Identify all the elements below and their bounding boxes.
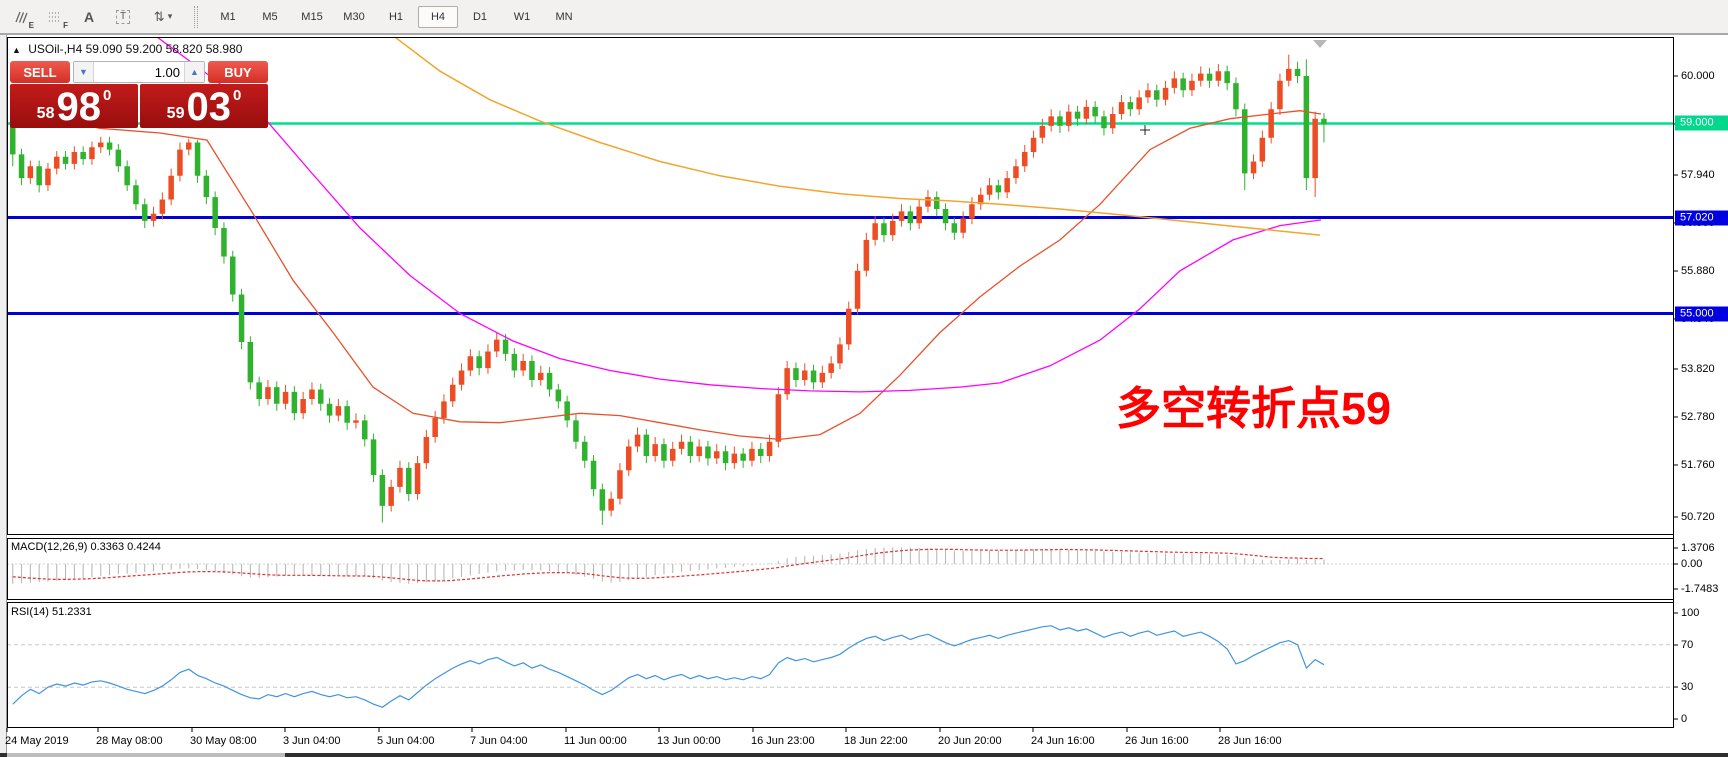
volume-decrease-button[interactable]: ▼: [74, 62, 94, 82]
price-line-badge: 59.000: [1675, 115, 1728, 131]
price-tick-label: 53.820: [1681, 363, 1715, 375]
buy-price-box[interactable]: 59 03 0: [140, 84, 268, 128]
time-axis-label: 3 Jun 04:00: [283, 735, 341, 747]
rsi-tick-label: 30: [1681, 681, 1694, 693]
volume-increase-button[interactable]: ▲: [184, 62, 204, 82]
price-line-badge: 55.000: [1675, 306, 1728, 322]
one-click-trade-panel: SELL ▼ ▲ BUY 58 98 0 59 03 0: [10, 61, 268, 128]
price-line-badge: 57.020: [1675, 210, 1728, 226]
time-axis-label: 20 Jun 20:00: [938, 735, 1002, 747]
price-tick-label: 51.760: [1681, 459, 1715, 471]
symbol-triangle-icon: ▲: [12, 45, 21, 55]
macd-tick-label: 0.00: [1681, 558, 1703, 570]
time-axis-label: 13 Jun 00:00: [657, 735, 721, 747]
sell-price-sup: 0: [102, 87, 112, 104]
symbol-ohlc-text: USOil-,H4 59.090 59.200 58.820 58.980: [28, 42, 243, 56]
time-axis-label: 18 Jun 22:00: [844, 735, 908, 747]
time-axis-label: 26 Jun 16:00: [1125, 735, 1189, 747]
sell-price-box[interactable]: 58 98 0: [10, 84, 138, 128]
rsi-tick-label: 0: [1681, 713, 1688, 725]
time-axis-label: 7 Jun 04:00: [470, 735, 528, 747]
macd-tick-label: -1.7483: [1681, 583, 1719, 595]
chart-symbol-header: ▲ USOil-,H4 59.090 59.200 58.820 58.980: [12, 42, 242, 56]
buy-price-small: 59: [166, 105, 185, 122]
time-axis-label: 28 May 08:00: [96, 735, 163, 747]
time-axis-label: 16 Jun 23:00: [751, 735, 815, 747]
price-tick-label: 60.000: [1681, 70, 1715, 82]
time-axis-label: 11 Jun 00:00: [564, 735, 627, 747]
buy-button[interactable]: BUY: [208, 61, 268, 83]
chart-annotation-text[interactable]: 多空转折点59: [1116, 372, 1391, 437]
sell-price-big: 98: [56, 85, 101, 129]
time-axis-label: 28 Jun 16:00: [1218, 735, 1282, 747]
rsi-label: RSI(14) 51.2331: [11, 606, 92, 618]
mt4-window: E F A T ⇅ ▾ M1M5M15M30H1H4D1W1MN: [0, 0, 1728, 757]
volume-input[interactable]: [94, 62, 184, 82]
rsi-tick-label: 100: [1681, 607, 1700, 619]
price-tick-label: 50.720: [1681, 511, 1715, 523]
macd-label: MACD(12,26,9) 0.3363 0.4244: [11, 541, 161, 553]
time-axis-label: 30 May 08:00: [190, 735, 257, 747]
volume-spinner: ▼ ▲: [73, 61, 205, 83]
time-axis-label: 24 Jun 16:00: [1031, 735, 1095, 747]
time-axis-label: 5 Jun 04:00: [377, 735, 435, 747]
buy-price-sup: 0: [232, 87, 242, 104]
buy-price-big: 03: [186, 85, 231, 129]
macd-panel-surface[interactable]: [8, 539, 1672, 599]
price-tick-label: 57.940: [1681, 169, 1715, 181]
macd-tick-label: 1.3706: [1681, 542, 1715, 554]
sell-button[interactable]: SELL: [10, 61, 70, 83]
time-axis-label: 24 May 2019: [5, 735, 69, 747]
rsi-tick-label: 70: [1681, 639, 1694, 651]
price-tick-label: 55.880: [1681, 265, 1715, 277]
price-tick-label: 52.780: [1681, 411, 1715, 423]
sell-price-small: 58: [36, 105, 55, 122]
rsi-panel-surface[interactable]: [8, 603, 1672, 727]
